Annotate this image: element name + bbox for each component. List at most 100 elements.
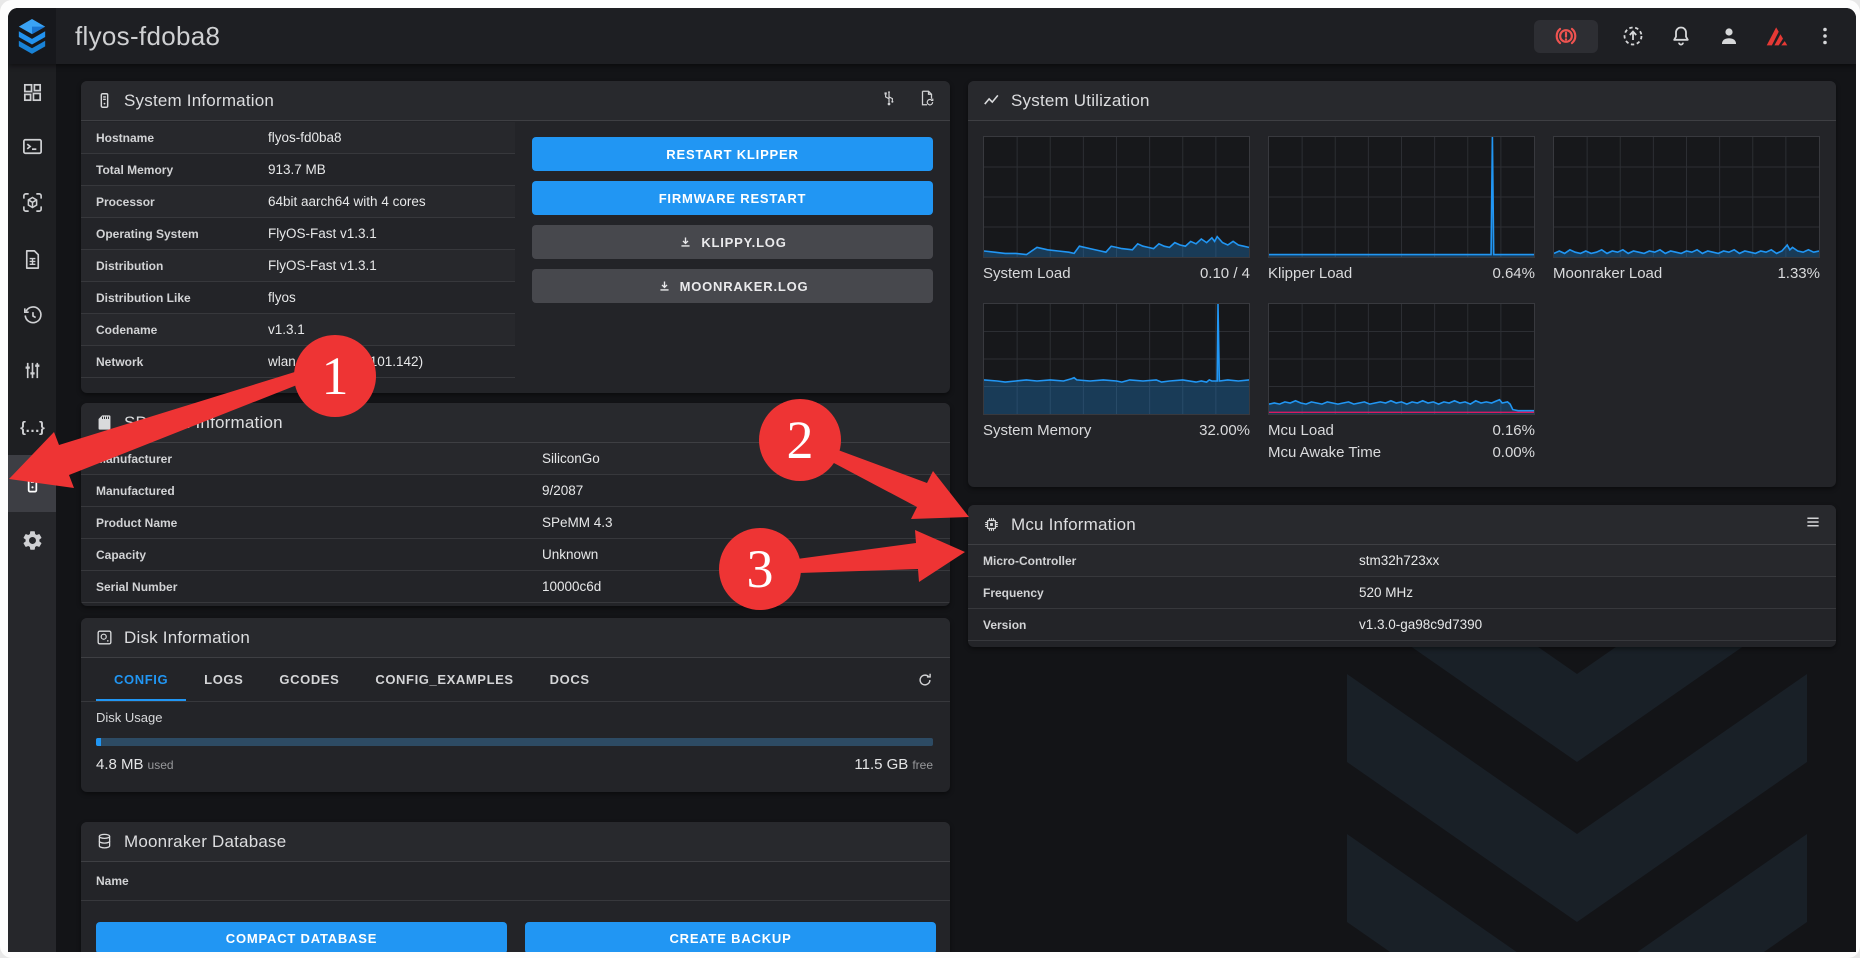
emergency-stop-button[interactable] <box>1534 20 1598 53</box>
compact-database-button[interactable]: COMPACT DATABASE <box>96 922 507 952</box>
row-label: Distribution <box>81 259 163 273</box>
panel-title: Mcu Information <box>1011 515 1136 535</box>
refresh-button[interactable] <box>916 671 934 689</box>
dashboard-icon <box>21 81 44 104</box>
table-row[interactable]: Network wlan101.142) <box>81 346 515 378</box>
create-backup-button[interactable]: CREATE BACKUP <box>525 922 936 952</box>
sidebar-item-tune[interactable] <box>8 342 56 398</box>
file-refresh-icon[interactable] <box>918 89 936 112</box>
mcu-information-header: Mcu Information <box>968 505 1836 545</box>
brand-triangle-icon <box>1765 24 1789 48</box>
table-row[interactable]: Processor64bit aarch64 with 4 cores <box>81 186 515 218</box>
table-row[interactable]: Codenamev1.3.1 <box>81 314 515 346</box>
table-row[interactable]: Frequency 520 MHz <box>968 577 1836 609</box>
table-row[interactable]: Product NameSPeMM 4.3 <box>81 507 950 539</box>
row-value: 520 MHz <box>1359 585 1413 600</box>
row-value: FlyOS-Fast v1.3.1 <box>268 226 377 241</box>
chart-line-icon <box>982 91 1001 110</box>
gcode-files-icon <box>21 248 44 271</box>
disk-tabs: CONFIG LOGS GCODES CONFIG_EXAMPLES DOCS <box>81 658 950 702</box>
table-row[interactable]: Distribution Likeflyos <box>81 282 515 314</box>
usb-icon[interactable] <box>880 89 898 112</box>
settings-gear-icon <box>21 529 44 552</box>
sidebar-item-machine[interactable] <box>8 455 56 511</box>
system-load-chart <box>983 136 1250 258</box>
panel-title: SD Card Information <box>124 413 283 433</box>
flyos-logo-icon <box>16 16 48 56</box>
table-row[interactable]: Manufacturer SiliconGo <box>81 443 950 475</box>
row-label: Serial Number <box>81 580 177 594</box>
brand-link[interactable] <box>1764 23 1790 49</box>
row-label: Manufacturer <box>81 452 172 466</box>
sd-card-header: SD Card Information <box>81 403 950 443</box>
tab-config[interactable]: CONFIG <box>96 658 186 701</box>
tab-docs[interactable]: DOCS <box>532 658 608 701</box>
sidebar-item-settings[interactable] <box>8 512 56 568</box>
sidebar-item-history[interactable] <box>8 287 56 343</box>
sidebar-item-console[interactable] <box>8 118 56 174</box>
system-information-header: System Information <box>81 81 950 121</box>
klippy-log-button[interactable]: KLIPPY.LOG <box>532 225 933 259</box>
row-label: Micro-Controller <box>968 554 1076 568</box>
table-row[interactable]: Total Memory913.7 MB <box>81 154 515 186</box>
notifications-button[interactable] <box>1668 23 1694 49</box>
history-icon <box>21 304 44 327</box>
firmware-restart-button[interactable]: FIRMWARE RESTART <box>532 181 933 215</box>
row-label: Operating System <box>81 227 199 241</box>
row-value: flyos <box>268 290 296 305</box>
tab-gcodes[interactable]: GCODES <box>261 658 357 701</box>
system-utilization-header: System Utilization <box>968 81 1836 121</box>
account-button[interactable] <box>1716 23 1742 49</box>
table-row[interactable]: Versionv1.3.0-ga98c9d7390 <box>968 609 1836 641</box>
row-value: SiliconGo <box>542 451 600 466</box>
moonraker-load-chart <box>1553 136 1820 258</box>
update-button[interactable] <box>1620 23 1646 49</box>
table-row[interactable]: Serial Number 10000c6d <box>81 571 950 603</box>
tab-logs[interactable]: LOGS <box>186 658 261 701</box>
system-memory-chart <box>983 303 1250 415</box>
table-row[interactable]: Micro-Controllerstm32h723xx <box>968 545 1836 577</box>
row-value: FlyOS-Fast v1.3.1 <box>268 258 377 273</box>
restart-klipper-button[interactable]: RESTART KLIPPER <box>532 137 933 171</box>
row-value: 9/2087 <box>542 483 583 498</box>
table-row[interactable]: Operating System FlyOS-Fast v1.3.1 <box>81 218 515 250</box>
console-icon <box>21 135 44 158</box>
gcode-preview-icon <box>21 191 44 214</box>
row-label: Version <box>968 618 1026 632</box>
menu-lines-icon[interactable] <box>1804 513 1822 536</box>
mcu-information-table: Micro-Controllerstm32h723xx Frequency 520… <box>968 545 1836 641</box>
sidebar-item-gcode-preview[interactable] <box>8 174 56 230</box>
mcu-information-panel: Mcu Information Micro-Controllerstm32h72… <box>968 505 1836 647</box>
row-label: Frequency <box>968 586 1044 600</box>
moonraker-database-header: Moonraker Database <box>81 822 950 862</box>
column-header-name: Name <box>96 874 129 888</box>
download-icon <box>657 279 672 294</box>
app-logo[interactable] <box>8 8 56 64</box>
row-value: 10000c6d <box>542 579 601 594</box>
overflow-menu-button[interactable] <box>1812 23 1838 49</box>
sidebar-item-gcode-files[interactable] <box>8 231 56 287</box>
table-row[interactable]: Manufactured9/2087 <box>81 475 950 507</box>
sd-card-table: Manufacturer SiliconGo Manufactured9/2087… <box>81 443 950 603</box>
table-row[interactable]: Hostnameflyos-fd0ba8 <box>81 122 515 154</box>
sidebar-item-dashboard[interactable] <box>8 64 56 120</box>
moonraker-log-button[interactable]: MOONRAKER.LOG <box>532 269 933 303</box>
divider <box>81 900 950 901</box>
row-value: wlan101.142) <box>268 354 423 369</box>
row-label: Processor <box>81 195 155 209</box>
table-row[interactable]: CapacityUnknown <box>81 539 950 571</box>
sidebar-bottom-section <box>8 512 56 952</box>
app-window: flyos-fdoba8 <box>8 8 1856 952</box>
panel-title: Disk Information <box>124 628 250 648</box>
table-row[interactable]: Distribution FlyOS-Fast v1.3.1 <box>81 250 515 282</box>
tune-icon <box>21 359 44 382</box>
tab-config-examples[interactable]: CONFIG_EXAMPLES <box>357 658 531 701</box>
row-value: v1.3.1 <box>268 322 305 337</box>
sd-card-icon <box>95 413 114 432</box>
sd-card-panel: SD Card Information Manufacturer SiliconG… <box>81 403 950 606</box>
row-label: Network <box>81 355 143 369</box>
sidebar-item-machine-config[interactable]: {…} <box>8 399 56 455</box>
row-label: Product Name <box>81 516 177 530</box>
disk-free-value: 11.5 GBfree <box>854 756 933 774</box>
refresh-icon <box>916 671 934 689</box>
